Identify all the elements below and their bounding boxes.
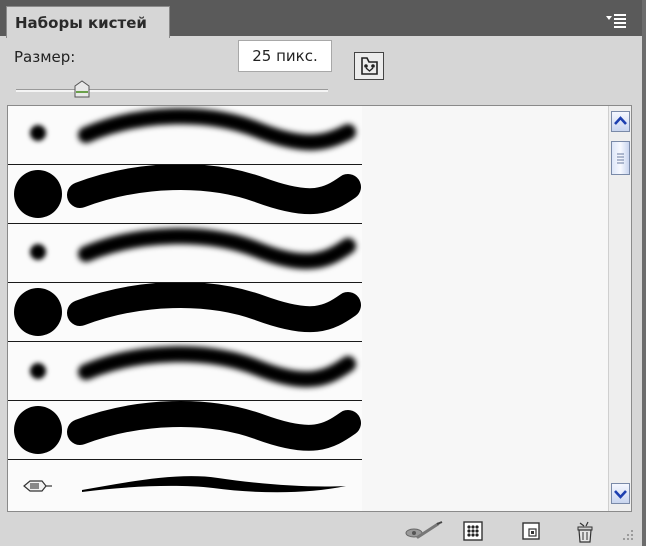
panel-bottom-toolbar <box>0 514 642 546</box>
resize-grip-icon[interactable] <box>620 526 634 545</box>
brush-preset-item[interactable] <box>8 342 362 401</box>
scroll-up-button[interactable] <box>611 111 630 132</box>
delete-icon[interactable] <box>574 520 596 548</box>
new-preset-icon[interactable] <box>520 520 542 546</box>
brush-grid-icon[interactable] <box>462 520 484 546</box>
panel-tab-bar: Наборы кистей <box>0 0 642 38</box>
list-scrollbar[interactable] <box>608 106 631 511</box>
scroll-down-button[interactable] <box>611 483 630 504</box>
brush-presets-panel: Наборы кистей Размер: 25 пикс. <box>0 0 646 546</box>
size-slider-track[interactable] <box>16 89 328 92</box>
size-slider-thumb[interactable] <box>74 80 90 98</box>
size-label: Размер: <box>14 48 76 66</box>
brush-options-icon[interactable] <box>404 520 444 546</box>
chevron-down-icon <box>614 490 627 499</box>
size-value-field[interactable]: 25 пикс. <box>238 40 332 72</box>
brush-preset-item[interactable] <box>8 283 362 342</box>
brush-presets-list <box>7 105 632 512</box>
brush-preset-item[interactable] <box>8 460 362 511</box>
tab-brush-presets[interactable]: Наборы кистей <box>6 6 170 38</box>
brush-preset-item[interactable] <box>8 224 362 283</box>
brush-preset-item[interactable] <box>8 401 362 460</box>
brush-preset-item[interactable] <box>8 106 362 165</box>
brush-preset-item[interactable] <box>8 165 362 224</box>
chevron-up-icon <box>614 116 627 125</box>
brush-tip-icon <box>23 480 52 492</box>
brush-folder-button[interactable] <box>354 52 384 80</box>
panel-menu-icon[interactable] <box>604 10 628 30</box>
scroll-thumb[interactable] <box>611 141 630 175</box>
